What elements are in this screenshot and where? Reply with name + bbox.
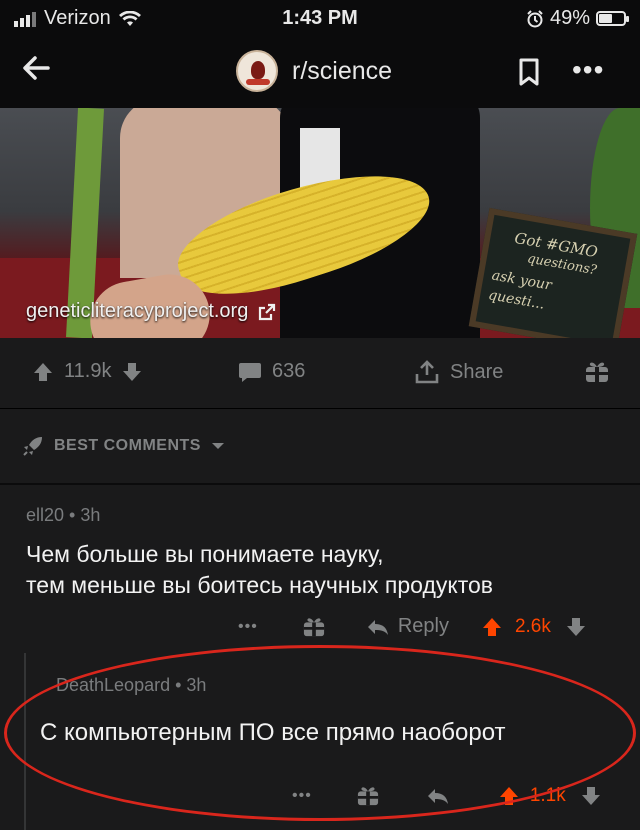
top-nav: r/science ••• — [0, 36, 640, 108]
share-button[interactable]: Share — [414, 360, 503, 384]
comment-text-line: тем меньше вы боитесь научных продуктов — [26, 572, 493, 598]
comments-list: ell20 • 3h Чем больше вы понимаете науку… — [0, 483, 640, 830]
comment-body: Чем больше вы понимаете науку, тем меньш… — [26, 539, 493, 601]
meta-separator: • — [69, 505, 81, 525]
comments-button[interactable]: 636 — [238, 360, 305, 383]
sort-dropdown[interactable]: BEST COMMENTS — [22, 435, 225, 457]
share-label: Share — [450, 360, 504, 383]
bookmark-icon[interactable] — [518, 58, 540, 86]
sort-label: BEST COMMENTS — [54, 437, 201, 454]
back-arrow-icon[interactable] — [18, 50, 54, 86]
downvote-icon[interactable] — [121, 361, 143, 383]
comment-meta: ell20 • 3h — [26, 505, 100, 526]
comment-icon — [239, 362, 261, 382]
external-link-icon — [259, 303, 276, 320]
more-icon[interactable]: ••• — [238, 618, 258, 636]
comment-count: 636 — [272, 360, 306, 382]
alarm-icon — [527, 9, 543, 27]
rocket-icon — [23, 437, 42, 456]
battery-icon — [596, 11, 629, 26]
downvote-icon[interactable] — [580, 785, 602, 807]
post-link[interactable]: geneticliteracyproject.org — [26, 300, 276, 323]
post-link-domain[interactable]: geneticliteracyproject.org — [26, 300, 248, 323]
reply-icon[interactable] — [366, 617, 390, 637]
comment-author[interactable]: ell20 — [26, 505, 64, 525]
battery-group: 49% — [526, 7, 629, 30]
comment-age: 3h — [80, 505, 101, 525]
subreddit-name[interactable]: r/science — [292, 57, 392, 86]
comment-actions: ••• Reply 2.6k — [238, 615, 587, 638]
battery-percent: 49% — [549, 7, 590, 29]
chevron-down-icon — [211, 443, 224, 449]
share-icon — [415, 360, 439, 384]
comment-text-line: Чем больше вы понимаете науку, — [26, 541, 384, 567]
reply-button[interactable]: Reply — [398, 615, 449, 638]
red-annotation-ellipse — [4, 645, 636, 821]
vote-group: 11.9k — [32, 360, 143, 383]
status-bar: Verizon 1:43 PM 49% — [0, 0, 640, 36]
downvote-icon[interactable] — [565, 616, 587, 638]
subreddit-header[interactable]: r/science — [236, 50, 392, 92]
upvote-icon[interactable] — [481, 616, 503, 638]
comment-score: 2.6k — [514, 615, 551, 637]
award-icon[interactable] — [584, 360, 610, 384]
more-icon[interactable]: ••• — [572, 54, 604, 86]
upvote-count: 11.9k — [64, 360, 112, 382]
upvote-icon[interactable] — [32, 361, 54, 383]
comment-sort-bar: BEST COMMENTS — [0, 408, 640, 483]
subreddit-avatar[interactable] — [236, 50, 278, 92]
post-image[interactable]: Got #GMO questions? ask your questi... g… — [0, 108, 640, 338]
post-action-bar: 11.9k 636 Share — [0, 338, 640, 408]
award-icon[interactable] — [302, 616, 326, 638]
